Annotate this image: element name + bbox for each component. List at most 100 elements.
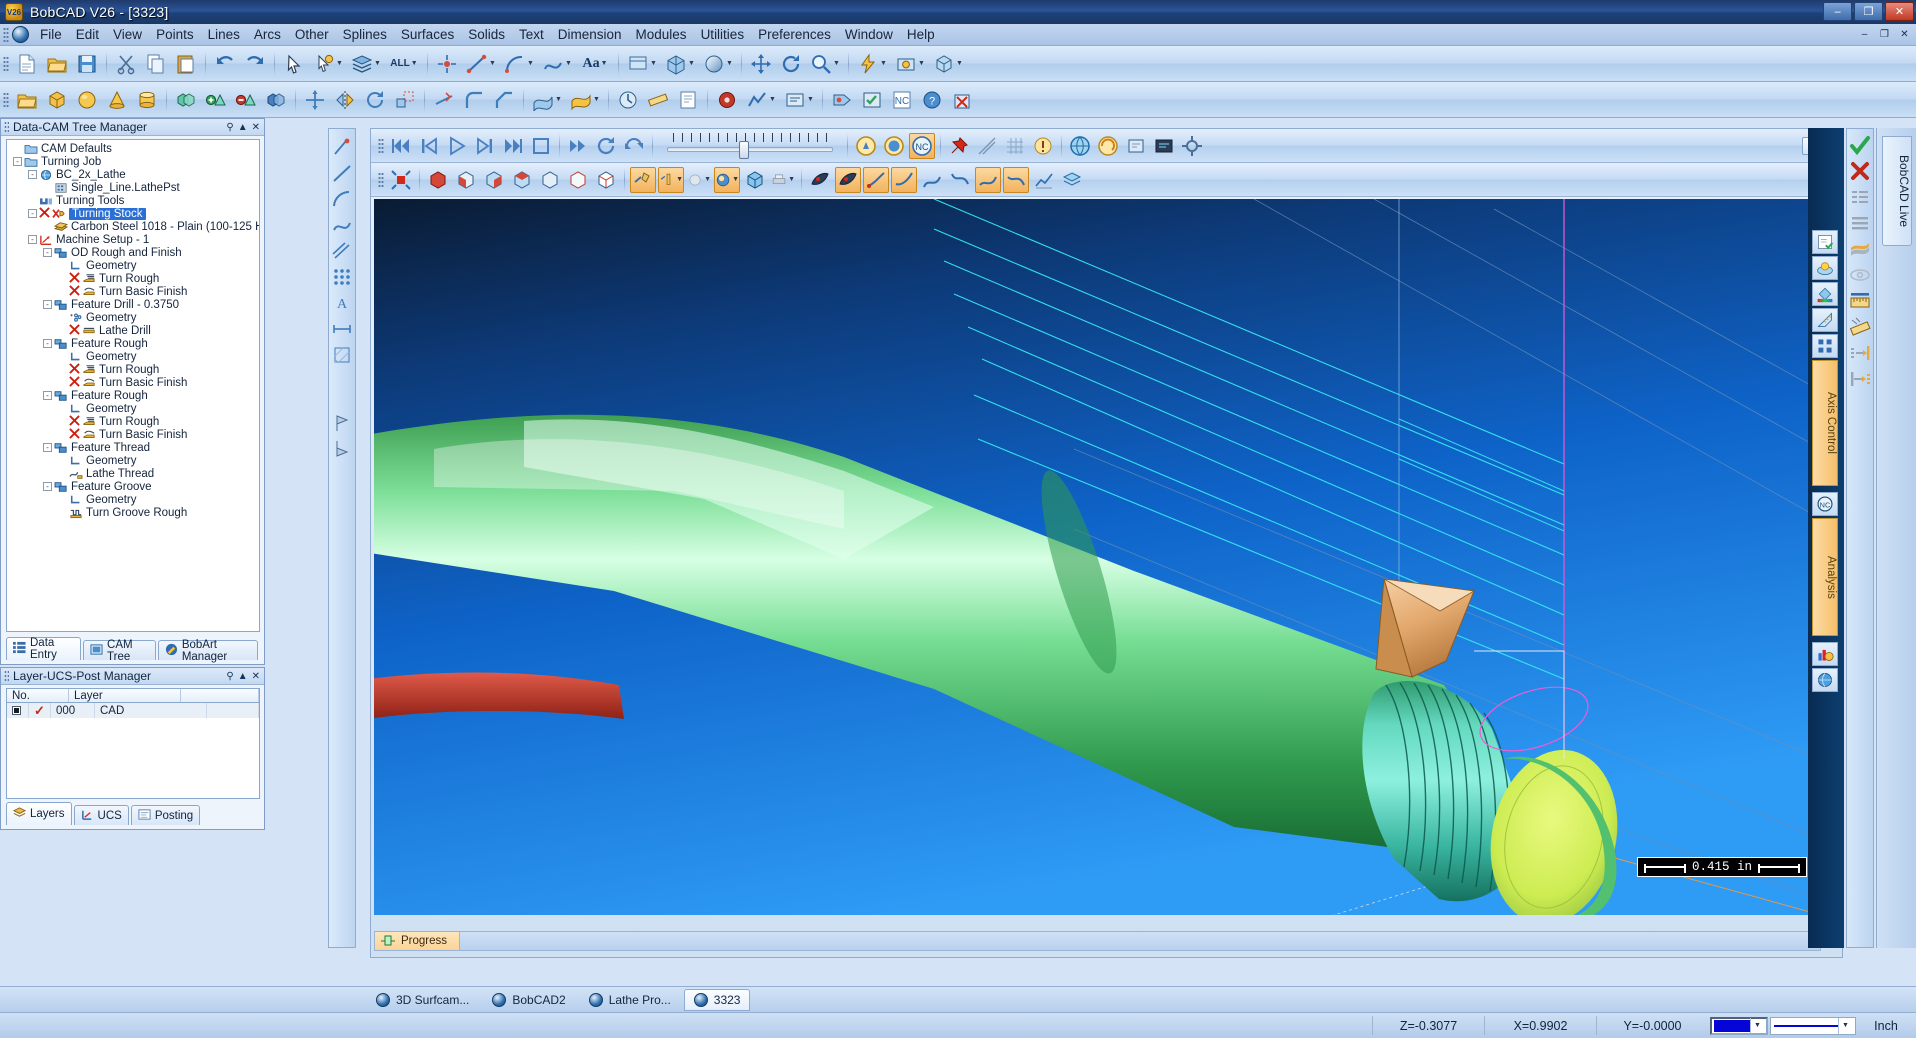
menu-item-help[interactable]: Help: [900, 25, 942, 44]
box-solid-button[interactable]: [43, 86, 71, 114]
pattern-icon[interactable]: [330, 265, 354, 289]
hatch-icon[interactable]: [330, 343, 354, 367]
text-tools-button[interactable]: Aa ▼: [577, 50, 613, 78]
measure-button[interactable]: [644, 86, 672, 114]
menu-item-surfaces[interactable]: Surfaces: [394, 25, 461, 44]
sketch-line-icon[interactable]: [330, 161, 354, 185]
tree-item[interactable]: Single_Line.LathePst: [9, 181, 259, 194]
chart-panel-icon[interactable]: [1812, 642, 1838, 666]
undo-button[interactable]: [211, 50, 239, 78]
tree-item[interactable]: Turning Tools: [9, 194, 259, 207]
layer-column-no[interactable]: No.: [7, 689, 69, 702]
align-left-icon[interactable]: [1848, 341, 1872, 365]
toolbar2-grip[interactable]: [3, 91, 9, 108]
solid-combine-button[interactable]: [172, 86, 200, 114]
menu-item-file[interactable]: File: [33, 25, 69, 44]
linetype-picker-combo[interactable]: ▼: [1770, 1016, 1856, 1035]
display-settings-icon[interactable]: [1812, 230, 1838, 254]
menu-item-modules[interactable]: Modules: [629, 25, 694, 44]
surface-stack-icon[interactable]: [1848, 237, 1872, 261]
solid-subtract-button[interactable]: [232, 86, 260, 114]
close-button[interactable]: ✕: [1885, 2, 1914, 21]
minimize-button[interactable]: –: [1823, 2, 1852, 21]
tab-data-entry[interactable]: Data Entry: [6, 637, 82, 661]
cancel-x-icon[interactable]: [1848, 159, 1872, 183]
toolpath-dropdown[interactable]: ▼: [743, 86, 779, 114]
trim-button[interactable]: [430, 86, 458, 114]
bobcad-live-tab[interactable]: BobCAD Live: [1882, 136, 1912, 246]
view-toolbar-grip[interactable]: [378, 171, 384, 188]
view-shade-dropdown[interactable]: ▼: [700, 50, 736, 78]
nc-code-display-icon[interactable]: NC: [909, 132, 935, 159]
menu-item-window[interactable]: Window: [838, 25, 900, 44]
measure-settings-icon[interactable]: [1812, 308, 1838, 332]
layer-grid-body[interactable]: ✓ 000 CAD: [6, 703, 260, 799]
tree-item[interactable]: Turn Rough: [9, 271, 259, 285]
help-button[interactable]: ?: [918, 86, 946, 114]
view-rotate-icon[interactable]: [1095, 133, 1121, 159]
menu-item-utilities[interactable]: Utilities: [694, 25, 752, 44]
tree-item[interactable]: Geometry: [9, 493, 259, 506]
menu-item-other[interactable]: Other: [288, 25, 336, 44]
taskbar-item[interactable]: 3D Surfcam...: [366, 989, 479, 1011]
tree-item[interactable]: Carbon Steel 1018 - Plain (100-125 HB): [9, 220, 259, 233]
tree-expander-icon[interactable]: -: [28, 170, 37, 179]
menu-item-view[interactable]: View: [106, 25, 149, 44]
color-picker-combo[interactable]: ▼: [1710, 1016, 1768, 1035]
tree-item[interactable]: Geometry: [9, 311, 259, 324]
cam-tools-dropdown[interactable]: ▼: [892, 50, 928, 78]
rotate-view-button[interactable]: [777, 50, 805, 78]
arc-tools-dropdown[interactable]: ▼: [501, 50, 537, 78]
tree-item[interactable]: Turn Basic Finish: [9, 375, 259, 389]
analysis-tab[interactable]: Analysis: [1812, 518, 1838, 636]
view-standard-dropdown[interactable]: ▼: [624, 50, 660, 78]
table-row[interactable]: ✓ 000 CAD: [7, 703, 259, 718]
tree-item[interactable]: Lathe Thread: [9, 467, 259, 480]
tree-item[interactable]: Geometry: [9, 454, 259, 467]
redo-button[interactable]: [241, 50, 269, 78]
section-view-icon[interactable]: [974, 133, 1000, 159]
solid-intersect-button[interactable]: [262, 86, 290, 114]
curve-tool-5-icon[interactable]: [975, 166, 1001, 193]
zoom-fit-icon[interactable]: [388, 167, 414, 193]
toolpath-show-icon[interactable]: [630, 166, 656, 193]
menu-item-lines[interactable]: Lines: [201, 25, 247, 44]
view-isometric-icon[interactable]: [593, 167, 619, 193]
menu-item-points[interactable]: Points: [149, 25, 201, 44]
nc-listing-icon[interactable]: [1151, 133, 1177, 159]
menu-item-preferences[interactable]: Preferences: [751, 25, 838, 44]
reset-icon[interactable]: [621, 133, 647, 159]
fast-forward-icon[interactable]: [565, 133, 591, 159]
select-mode-dropdown[interactable]: ▼: [310, 50, 346, 78]
layer-panel-pin-icon[interactable]: ⚲: [226, 671, 233, 682]
tree-item[interactable]: Turn Rough: [9, 362, 259, 376]
rotate-geometry-button[interactable]: [361, 86, 389, 114]
align-right-icon[interactable]: [1848, 367, 1872, 391]
sphere-solid-button[interactable]: [73, 86, 101, 114]
new-file-button[interactable]: [13, 50, 41, 78]
machine-setup-button[interactable]: [713, 86, 741, 114]
tree-item[interactable]: CAM Defaults: [9, 142, 259, 155]
spline-tools-dropdown[interactable]: ▼: [539, 50, 575, 78]
sketch-offset-icon[interactable]: [330, 239, 354, 263]
view-left-icon[interactable]: [537, 167, 563, 193]
verify-button[interactable]: [858, 86, 886, 114]
linetype-combo-arrow-icon[interactable]: ▼: [1838, 1017, 1852, 1034]
tab-layers[interactable]: Layers: [6, 802, 72, 825]
dynamic-rotate-button[interactable]: [747, 50, 775, 78]
menu-item-edit[interactable]: Edit: [69, 25, 106, 44]
verify-tools-dropdown[interactable]: ▼: [854, 50, 890, 78]
light-source-1-icon[interactable]: [807, 167, 833, 193]
surface-edit-dropdown[interactable]: ▼: [567, 86, 603, 114]
refresh-icon[interactable]: [593, 133, 619, 159]
mdi-restore-button[interactable]: ❐: [1876, 27, 1893, 42]
world-panel-icon[interactable]: [1812, 668, 1838, 692]
tree-expander-icon[interactable]: -: [43, 443, 52, 452]
tree-item[interactable]: Geometry: [9, 350, 259, 363]
properties-button[interactable]: [674, 86, 702, 114]
grid-settings-icon[interactable]: [1812, 334, 1838, 358]
wireframe-mode-icon[interactable]: [742, 167, 768, 193]
tree-item[interactable]: - OD Rough and Finish: [9, 246, 259, 259]
taskbar-item[interactable]: Lathe Pro...: [579, 989, 681, 1011]
surface-tools-dropdown[interactable]: ▼: [529, 86, 565, 114]
